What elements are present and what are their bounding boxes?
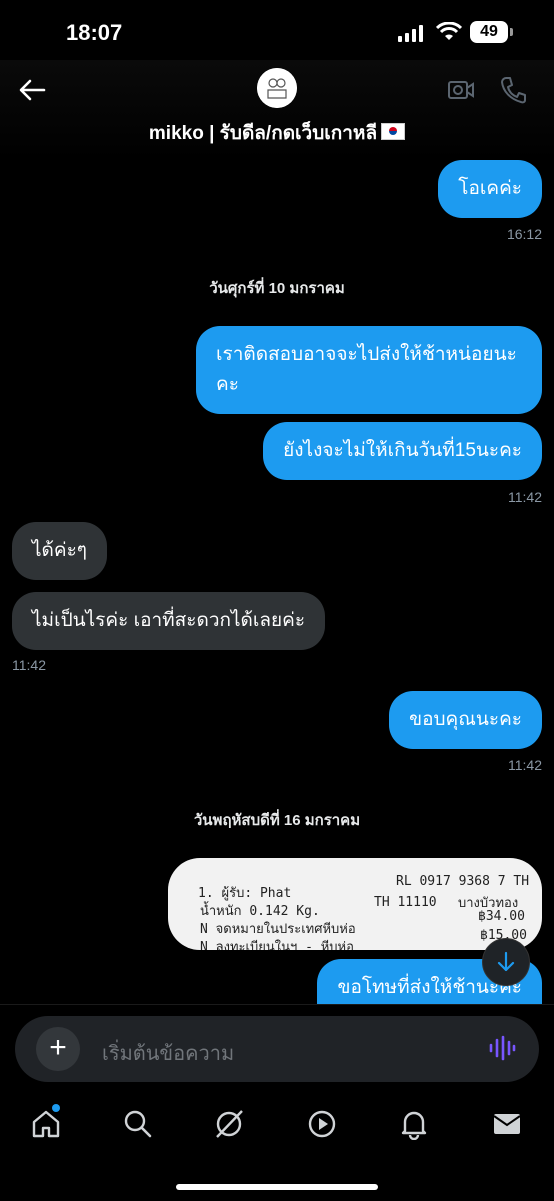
bell-icon[interactable] [398, 1108, 430, 1140]
receipt-line: N ลงทะเบียนในฯ - หีบห่อ [200, 940, 354, 950]
back-arrow-icon[interactable] [18, 78, 46, 102]
date-separator: วันพฤหัสบดีที่ 16 มกราคม [193, 812, 361, 829]
cellular-signal-icon [398, 24, 423, 42]
message-timestamp: 11:42 [508, 489, 542, 505]
add-media-button[interactable]: + [36, 1027, 80, 1071]
message-composer[interactable] [15, 1016, 539, 1082]
message-bubble-outgoing[interactable]: โอเคค่ะ [438, 160, 542, 218]
battery-indicator: 49 [470, 21, 508, 43]
search-icon[interactable] [122, 1108, 154, 1140]
wifi-icon [436, 22, 462, 40]
message-bubble-outgoing[interactable]: เราติดสอบอาจจะไปส่งให้ช้าหน่อยนะคะ [196, 326, 542, 414]
message-bubble-outgoing[interactable]: ยังไงจะไม่ให้เกินวันที่15นะคะ [263, 422, 542, 480]
video-icon[interactable] [306, 1108, 338, 1140]
date-separator: วันศุกร์ที่ 10 มกราคม [209, 280, 345, 297]
scroll-to-bottom-button[interactable] [482, 938, 530, 986]
message-timestamp: 16:12 [506, 226, 542, 242]
voice-message-icon[interactable] [488, 1035, 516, 1061]
receipt-line: ฿34.00 [478, 909, 525, 924]
grok-icon[interactable] [213, 1108, 245, 1140]
avatar[interactable] [257, 68, 297, 108]
receipt-line: RL 0917 9368 7 TH [396, 874, 530, 889]
conversation-name: mikko | รับดีล/กดเว็บเกาหลี [148, 123, 378, 144]
notification-dot [52, 1104, 60, 1112]
home-indicator [176, 1184, 378, 1190]
phone-call-icon[interactable] [500, 76, 526, 104]
battery-tip [510, 28, 513, 36]
receipt-line: TH 11110 [374, 895, 437, 910]
status-time: 18:07 [66, 20, 123, 45]
mail-icon[interactable] [491, 1108, 523, 1140]
message-bubble-outgoing[interactable]: ขอบคุณนะคะ [389, 691, 542, 749]
message-bubble-incoming[interactable]: ไม่เป็นไรค่ะ เอาที่สะดวกได้เลยค่ะ [12, 592, 326, 650]
video-call-icon[interactable] [447, 78, 475, 102]
receipt-photo[interactable]: 1. ผู้รับ: Phat RL 0917 9368 7 TH น้ำหนั… [168, 858, 542, 950]
message-timestamp: 11:42 [12, 657, 46, 673]
message-timestamp: 11:42 [508, 757, 542, 773]
arrow-down-icon [497, 951, 515, 972]
conversation-title[interactable]: mikko | รับดีล/กดเว็บเกาหลี [0, 118, 554, 148]
korea-flag-icon [381, 123, 406, 140]
message-input[interactable]: เริ่มต้นข้อความ [102, 1037, 234, 1069]
home-icon[interactable] [30, 1108, 62, 1140]
message-bubble-incoming[interactable]: ได้ค่ะๆ [12, 522, 108, 580]
